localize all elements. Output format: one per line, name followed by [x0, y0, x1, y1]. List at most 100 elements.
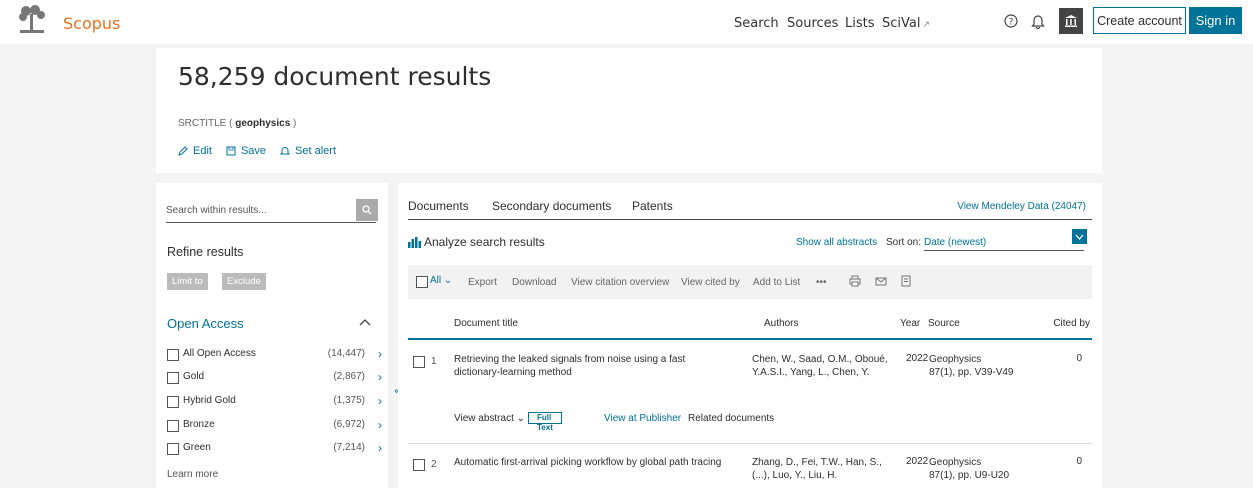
year: 2022: [906, 456, 929, 467]
refine-title: Refine results: [167, 245, 244, 259]
cited-by-count: 0: [1076, 353, 1082, 364]
scopus-logo[interactable]: Scopus: [63, 14, 120, 33]
col-document-title[interactable]: Document title: [454, 318, 518, 329]
edit-button[interactable]: Edit: [178, 145, 212, 157]
row-checkbox[interactable]: [413, 459, 425, 471]
facet-green[interactable]: Green (7,214) ›: [167, 441, 385, 458]
col-authors[interactable]: Authors: [764, 318, 798, 329]
view-abstract-button[interactable]: View abstract ⌄: [454, 413, 525, 424]
related-documents-link[interactable]: Related documents: [688, 413, 774, 424]
search-within-button[interactable]: [356, 199, 378, 221]
col-year[interactable]: Year: [900, 318, 920, 329]
sort-label: Sort on:: [886, 237, 922, 248]
export-button[interactable]: Export: [468, 277, 497, 288]
authors-list[interactable]: Zhang, D., Fei, T.W., Han, S., (...), Lu…: [752, 456, 902, 482]
checkbox[interactable]: [167, 349, 179, 361]
facet-label: Gold: [183, 371, 205, 382]
top-bar: Scopus Search Sources Lists SciVal ↗ ? Cr…: [0, 0, 1253, 44]
row-divider: [408, 443, 1092, 444]
nav-search[interactable]: Search: [734, 16, 779, 31]
exclude-button[interactable]: Exclude: [222, 273, 266, 290]
chevron-right-icon[interactable]: ›: [378, 394, 382, 408]
pencil-icon: [178, 146, 188, 156]
analyze-label: Analyze search results: [424, 235, 545, 249]
tab-secondary-documents[interactable]: Secondary documents: [492, 199, 611, 213]
limit-to-button[interactable]: Limit to: [167, 273, 208, 290]
chevron-down-icon[interactable]: [1072, 229, 1087, 244]
view-citation-overview-button[interactable]: View citation overview: [571, 277, 669, 288]
facet-count: (2,867): [333, 371, 365, 382]
cited-by-count: 0: [1076, 456, 1082, 467]
elsevier-tree-logo[interactable]: [16, 4, 48, 36]
results-header: 58,259 document results SRCTITLE ( geoph…: [156, 48, 1102, 173]
query-close: ): [293, 118, 297, 129]
more-options-icon[interactable]: •••: [816, 277, 827, 288]
col-source[interactable]: Source: [928, 318, 960, 329]
source-detail: 87(1), pp. U9-U20: [929, 470, 1010, 481]
col-cited-by[interactable]: Cited by: [1053, 318, 1090, 329]
bell-icon: [280, 147, 291, 155]
search-icon: [362, 205, 372, 215]
bell-icon[interactable]: [1027, 10, 1049, 32]
search-within-input[interactable]: Search within results...: [166, 201, 376, 223]
view-cited-by-button[interactable]: View cited by: [681, 277, 740, 288]
sign-in-button[interactable]: Sign in: [1189, 7, 1242, 34]
source-title-link[interactable]: Geophysics: [929, 457, 981, 468]
full-text-button[interactable]: Full Text: [528, 412, 562, 432]
select-all-label: All: [430, 275, 442, 286]
nav-lists[interactable]: Lists: [845, 16, 875, 31]
add-to-list-button[interactable]: Add to List: [753, 277, 800, 288]
learn-more-link[interactable]: Learn more: [167, 469, 218, 480]
set-alert-button[interactable]: Set alert: [280, 145, 336, 157]
view-abstract-label: View abstract: [454, 413, 514, 424]
help-icon[interactable]: ?: [1000, 10, 1022, 32]
source-detail: 87(1), pp. V39-V49: [929, 367, 1014, 378]
checkbox[interactable]: [167, 443, 179, 455]
nav-scival[interactable]: SciVal ↗: [882, 16, 930, 31]
facet-count: (1,375): [333, 395, 365, 406]
nav-sources[interactable]: Sources: [787, 16, 838, 31]
print-icon[interactable]: [849, 275, 861, 290]
checkbox[interactable]: [167, 420, 179, 432]
show-all-abstracts-link[interactable]: Show all abstracts: [796, 237, 877, 248]
create-account-button[interactable]: Create account: [1093, 7, 1186, 34]
select-all-dropdown[interactable]: All ⌄: [430, 275, 452, 286]
save-button[interactable]: Save: [226, 145, 266, 157]
chevron-right-icon[interactable]: ›: [378, 347, 382, 361]
source-title-link[interactable]: Geophysics: [929, 354, 981, 365]
facet-bronze[interactable]: Bronze (6,972) ›: [167, 418, 385, 435]
results-toolbar: All ⌄ Export Download View citation over…: [408, 265, 1092, 299]
chevron-right-icon[interactable]: ›: [378, 370, 382, 384]
download-button[interactable]: Download: [512, 277, 556, 288]
select-all-checkbox[interactable]: [416, 276, 428, 288]
authors-list[interactable]: Chen, W., Saad, O.M., Oboué, Y.A.S.I., Y…: [752, 353, 902, 379]
bibliography-icon[interactable]: [900, 275, 912, 290]
chevron-right-icon[interactable]: ›: [378, 441, 382, 455]
nav-scival-label: SciVal: [882, 16, 921, 31]
view-at-publisher-link[interactable]: View at Publisher: [604, 413, 681, 424]
view-mendeley-link[interactable]: View Mendeley Data (24047): [957, 201, 1086, 212]
email-icon[interactable]: [875, 275, 887, 290]
checkbox[interactable]: [167, 372, 179, 384]
chevron-right-icon[interactable]: ›: [378, 418, 382, 432]
analyze-results-link[interactable]: Analyze search results: [408, 235, 545, 249]
checkbox[interactable]: [167, 396, 179, 408]
chevron-up-icon[interactable]: [359, 315, 371, 329]
facet-label: All Open Access: [183, 348, 256, 359]
open-access-heading[interactable]: Open Access: [167, 316, 244, 331]
tab-documents[interactable]: Documents: [408, 199, 469, 213]
sort-select[interactable]: Date (newest): [924, 237, 1084, 251]
row-checkbox[interactable]: [413, 356, 425, 368]
facet-hybrid-gold[interactable]: Hybrid Gold (1,375) ›: [167, 394, 385, 411]
document-title-link[interactable]: Retrieving the leaked signals from noise…: [454, 353, 734, 379]
facet-count: (7,214): [333, 442, 365, 453]
query-term: geophysics: [235, 118, 291, 129]
institution-icon[interactable]: [1059, 8, 1083, 34]
document-title-link[interactable]: Automatic first-arrival picking workflow…: [454, 456, 734, 469]
facet-label: Hybrid Gold: [183, 395, 236, 406]
facet-gold[interactable]: Gold (2,867) ›: [167, 370, 385, 387]
page-title: 58,259 document results: [178, 62, 492, 91]
tab-patents[interactable]: Patents: [632, 199, 673, 213]
results-panel: Documents Secondary documents Patents Vi…: [398, 183, 1102, 488]
facet-all-open-access[interactable]: All Open Access (14,447) ›: [167, 347, 385, 364]
